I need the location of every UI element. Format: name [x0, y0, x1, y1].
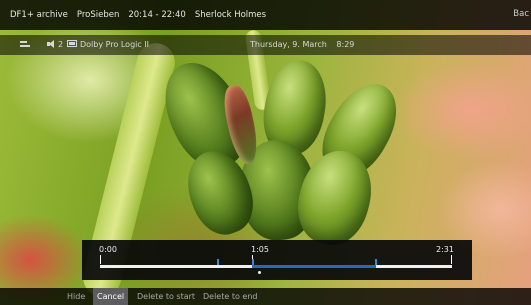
programme-header: DF1+ archive ProSieben 20:14 - 22:40 She… — [0, 0, 531, 30]
programme-title: Sherlock Holmes — [194, 10, 267, 20]
service-name: DF1+ archive — [10, 10, 68, 20]
cut-marker — [375, 259, 377, 265]
back-button[interactable]: Bac — [513, 9, 529, 19]
dolby-icon — [67, 40, 77, 47]
channel-name: ProSieben — [76, 10, 120, 20]
delete-to-start-button[interactable]: Delete to start — [133, 288, 199, 305]
delete-to-end-button[interactable]: Delete to end — [199, 288, 261, 305]
date-time: Thursday, 9. March 8:29 — [250, 40, 361, 49]
timeline-start-label: 0:00 — [99, 245, 117, 254]
timeline-end-tick — [451, 255, 452, 264]
subtitles-icon — [20, 40, 30, 48]
cut-marker — [217, 259, 219, 265]
playhead-handle[interactable] — [258, 271, 261, 274]
timeline-end-label: 2:31 — [436, 245, 454, 254]
audio-format: Dolby Pro Logic II — [80, 40, 150, 49]
hide-button[interactable]: Hide — [63, 288, 89, 305]
broadcast-time: 20:14 - 22:40 — [128, 10, 186, 20]
cut-marker — [252, 259, 254, 265]
timeline-start-tick — [100, 255, 101, 264]
timeline-position-label: 1:05 — [251, 245, 269, 254]
video-player-screen: DF1+ archive ProSieben 20:14 - 22:40 She… — [0, 0, 531, 305]
current-clock: 8:29 — [336, 40, 355, 49]
action-bar: Hide Cancel Delete to start Delete to en… — [0, 288, 531, 305]
cut-range-bar — [252, 265, 376, 268]
recording-timeline[interactable]: 0:00 1:05 2:31 — [82, 240, 472, 280]
playback-info-bar: 2 Dolby Pro Logic II Thursday, 9. March … — [0, 35, 531, 55]
audio-track-count: 2 — [58, 40, 64, 49]
current-date: Thursday, 9. March — [250, 40, 327, 49]
speaker-icon — [47, 40, 55, 48]
cancel-button[interactable]: Cancel — [93, 288, 129, 305]
